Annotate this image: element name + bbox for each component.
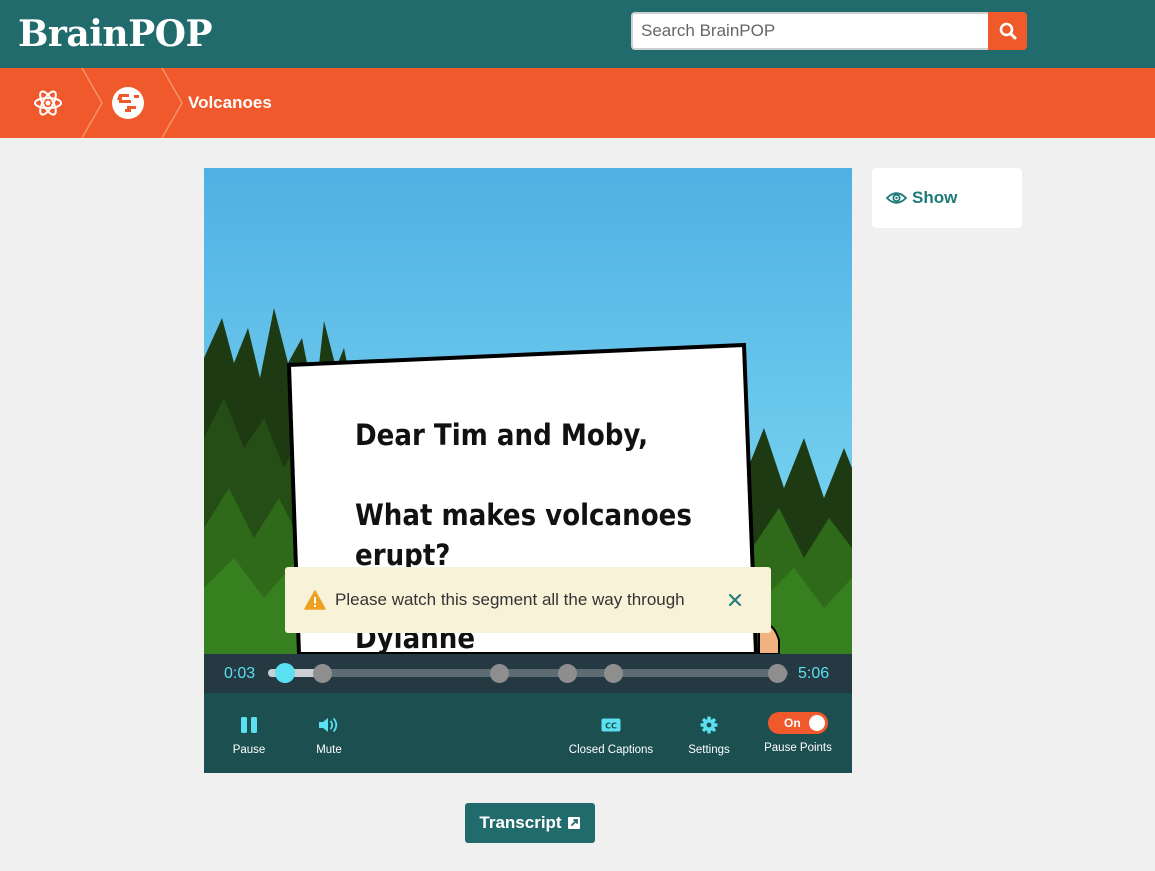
pause-points-label: Pause Points (764, 742, 832, 754)
current-time: 0:03 (224, 665, 256, 682)
transcript-label: Transcript (479, 813, 562, 832)
toast-message: Please watch this segment all the way th… (335, 590, 685, 609)
pause-point-marker[interactable] (489, 664, 509, 683)
pause-icon (241, 717, 257, 733)
settings-label: Settings (688, 744, 730, 756)
search-icon (999, 22, 1016, 40)
closed-captions-icon: CC (601, 718, 621, 732)
warning-toast: Please watch this segment all the way th… (285, 567, 771, 633)
pause-label: Pause (232, 744, 266, 756)
pause-points-state: On (784, 716, 801, 730)
page-title: Volcanoes (188, 93, 272, 112)
pause-points-toggle[interactable]: On Pause Points (760, 693, 836, 773)
transcript-button[interactable]: Transcript (465, 803, 595, 843)
closed-captions-button[interactable]: CC Closed Captions (564, 693, 658, 773)
search-button[interactable] (988, 12, 1027, 50)
close-icon[interactable] (726, 591, 744, 609)
pause-point-marker[interactable] (604, 664, 624, 683)
pause-button[interactable]: Pause (226, 693, 272, 773)
brainpop-logo[interactable]: BrainPOP (18, 12, 213, 56)
breadcrumb-separator (81, 68, 103, 138)
playhead-handle[interactable] (275, 663, 296, 683)
breadcrumb-separator (161, 68, 183, 138)
pause-point-marker[interactable] (557, 664, 577, 683)
show-label: Show (912, 188, 958, 207)
pause-point-marker[interactable] (313, 664, 333, 683)
pause-points-switch[interactable]: On (768, 712, 828, 734)
progress-track[interactable] (268, 669, 788, 677)
breadcrumb: Volcanoes (0, 68, 1155, 138)
warning-icon (304, 590, 326, 610)
pause-point-marker[interactable] (768, 664, 788, 683)
settings-button[interactable]: Settings (684, 693, 734, 773)
svg-text:CC: CC (605, 722, 617, 731)
atom-icon (34, 90, 62, 116)
mute-button[interactable]: Mute (306, 693, 352, 773)
show-panel-button[interactable]: Show (872, 168, 1022, 228)
earth-icon (112, 87, 144, 119)
letter-question-line1: What makes volcanoes (355, 498, 692, 532)
toggle-knob (809, 715, 825, 731)
scrubber-bar: 0:03 5:06 (204, 654, 852, 693)
eye-icon (886, 192, 907, 204)
breadcrumb-earth-science[interactable] (108, 68, 148, 138)
player-controls: Pause Mute CC Closed Captions Settings O… (204, 693, 852, 773)
search-form (631, 12, 1027, 50)
breadcrumb-science[interactable] (28, 68, 68, 138)
mute-label: Mute (316, 744, 342, 756)
gear-icon (700, 716, 718, 734)
search-input[interactable] (631, 12, 988, 50)
top-header: BrainPOP (0, 0, 1155, 68)
volume-icon (319, 718, 338, 732)
external-link-icon (567, 817, 580, 829)
duration-time: 5:06 (798, 665, 830, 682)
closed-captions-label: Closed Captions (568, 744, 654, 756)
letter-salutation: Dear Tim and Moby, (355, 418, 649, 452)
